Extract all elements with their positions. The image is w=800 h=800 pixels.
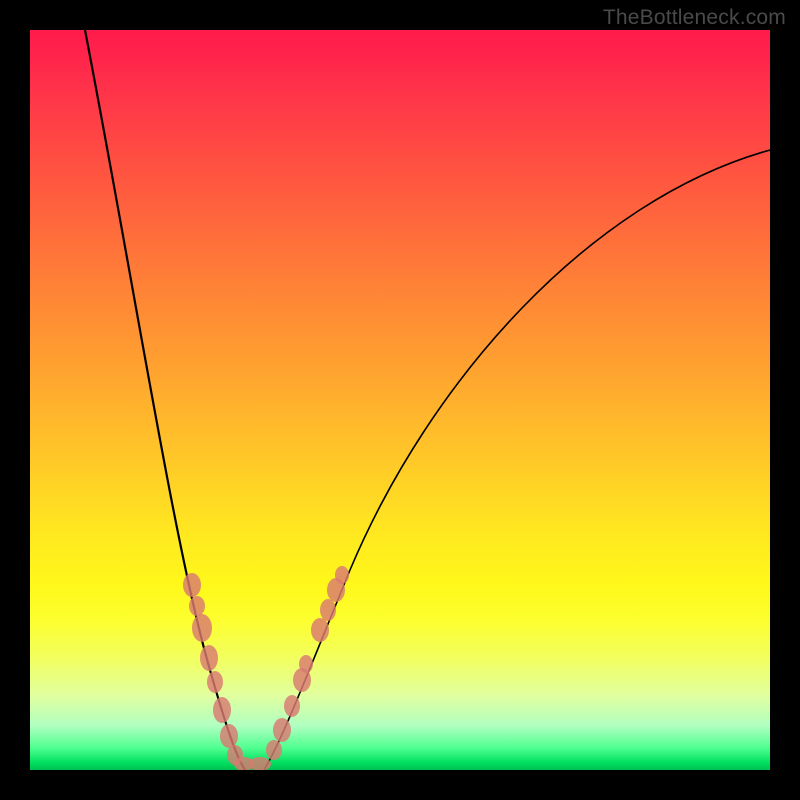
marker-left-6 [220, 724, 238, 748]
marker-right-2 [284, 695, 300, 717]
marker-right-1 [273, 718, 291, 742]
marker-right-4 [299, 655, 313, 673]
marker-left-0 [183, 573, 201, 597]
curve-group [85, 30, 770, 770]
marker-left-2 [192, 614, 212, 642]
marker-group [183, 566, 349, 770]
curves-svg [30, 30, 770, 770]
marker-left-5 [213, 697, 231, 723]
curve-left-curve [85, 30, 245, 770]
marker-right-8 [335, 566, 349, 584]
marker-right-0 [266, 740, 282, 760]
watermark-text: TheBottleneck.com [603, 6, 786, 30]
marker-right-5 [311, 618, 329, 642]
marker-left-4 [207, 671, 223, 693]
chart-frame: TheBottleneck.com [0, 0, 800, 800]
marker-left-1 [189, 596, 205, 616]
marker-right-6 [320, 599, 336, 621]
plot-area [30, 30, 770, 770]
marker-bottom-1 [249, 757, 271, 770]
curve-right-curve [264, 150, 770, 770]
marker-left-3 [200, 645, 218, 671]
